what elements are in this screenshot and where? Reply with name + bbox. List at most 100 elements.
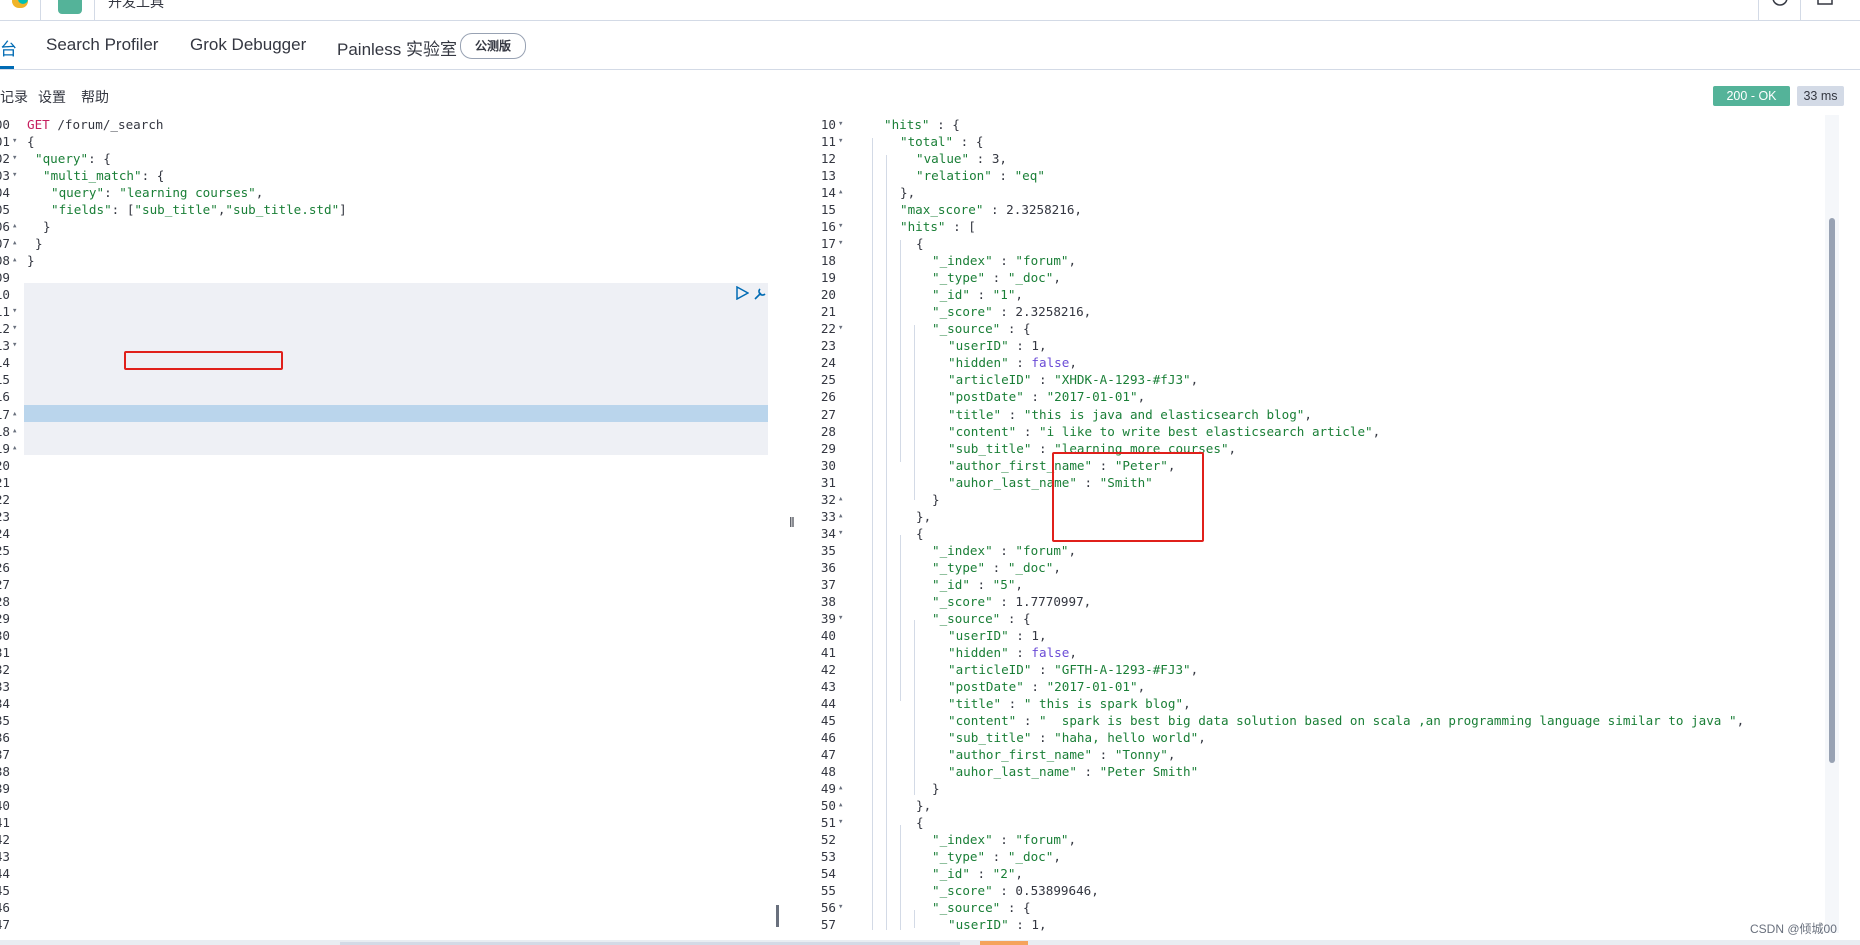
fold-close-icon[interactable]: ▴ [838, 797, 843, 814]
line-number: 25 [820, 372, 836, 388]
code-token: "_source" [932, 900, 1001, 916]
code-token: false [1031, 644, 1070, 660]
code-token: "Peter Smith" [1099, 764, 1199, 780]
line-number: 119 [0, 440, 10, 456]
code-token: "_id" [932, 866, 970, 882]
fold-close-icon[interactable]: ▴ [838, 780, 843, 797]
code-text: "postDate" : "2017-01-01", [948, 678, 1145, 695]
code-text: }, [900, 184, 915, 201]
bottom-indicator [980, 941, 1028, 945]
code-text: "hits" : { [884, 116, 960, 133]
line-number: 113 [0, 338, 10, 354]
code-text: { [27, 133, 35, 150]
fold-open-icon[interactable]: ▾ [838, 610, 843, 627]
indent-guide [900, 825, 901, 930]
line-number: 121 [0, 474, 10, 490]
line-number: 122 [0, 491, 10, 507]
code-text: "articleID" : "XHDK-A-1293-#fJ3", [948, 371, 1198, 388]
line-number: 44 [820, 696, 836, 712]
code-token: "_id" [932, 287, 970, 303]
code-token: : [1008, 917, 1032, 933]
devtools-app-icon[interactable] [58, 0, 82, 14]
code-token: "title" [948, 696, 1002, 712]
settings-link[interactable]: 设置 [38, 87, 66, 107]
line-number: 52 [820, 832, 836, 848]
code-text: "hits" : [ [900, 218, 976, 235]
fold-open-icon[interactable]: ▾ [838, 116, 843, 133]
code-token: : [1023, 389, 1047, 405]
line-number: 53 [820, 849, 836, 865]
help-link[interactable]: 帮助 [81, 87, 109, 107]
fold-open-icon[interactable]: ▾ [838, 235, 843, 252]
code-token: "content" [948, 713, 1017, 729]
code-token: "_score" [932, 883, 993, 899]
code-token: , [1137, 389, 1146, 405]
fold-open-icon[interactable]: ▾ [12, 303, 17, 320]
fold-close-icon[interactable]: ▴ [838, 491, 843, 508]
tab-search-profiler[interactable]: Search Profiler [46, 35, 158, 55]
code-token: "multi_match" [43, 168, 142, 184]
fold-open-icon[interactable]: ▾ [838, 814, 843, 831]
code-token: 2.3258216 [1006, 202, 1075, 218]
code-text: "content" : "i like to write best elasti… [948, 423, 1380, 440]
fold-close-icon[interactable]: ▴ [12, 218, 17, 235]
fold-close-icon[interactable]: ▴ [838, 184, 843, 201]
code-token: "query" [35, 151, 89, 167]
code-token: , [1069, 644, 1077, 660]
fold-open-icon[interactable]: ▾ [12, 150, 17, 167]
newsfeed-icon[interactable] [1805, 0, 1845, 20]
history-link[interactable]: 记录 [0, 87, 28, 107]
code-token: : [992, 832, 1016, 848]
fold-close-icon[interactable]: ▴ [12, 252, 17, 269]
tab-grok-debugger[interactable]: Grok Debugger [190, 35, 306, 55]
fold-open-icon[interactable]: ▾ [12, 337, 17, 354]
fold-open-icon[interactable]: ▾ [838, 899, 843, 916]
code-token: 2.3258216 [1015, 304, 1084, 320]
fold-open-icon[interactable]: ▾ [838, 218, 843, 235]
code-token: , [1053, 849, 1061, 865]
line-number: 18 [820, 253, 836, 269]
code-token: { [916, 525, 924, 541]
fold-close-icon[interactable]: ▴ [12, 423, 17, 440]
indent-guide [914, 620, 915, 795]
tab-console[interactable]: 台 [0, 35, 17, 60]
fold-close-icon[interactable]: ▴ [838, 508, 843, 525]
tab-painless-lab[interactable]: Painless 实验室 [337, 35, 457, 60]
response-scrollbar[interactable] [1829, 218, 1835, 763]
code-token: "value" [916, 151, 970, 167]
line-number: 38 [820, 593, 836, 609]
fold-open-icon[interactable]: ▾ [12, 167, 17, 184]
line-number: 132 [0, 661, 10, 677]
line-number: 24 [820, 355, 836, 371]
line-number: 101 [0, 134, 10, 150]
fold-close-icon[interactable]: ▴ [12, 406, 17, 423]
code-token: "userID" [948, 338, 1009, 354]
code-token: : [1076, 764, 1100, 780]
left-scrollbar[interactable] [776, 905, 779, 927]
fold-close-icon[interactable]: ▴ [12, 235, 17, 252]
help-menu-icon[interactable] [1760, 0, 1800, 20]
line-number: 112 [0, 321, 10, 337]
fold-open-icon[interactable]: ▾ [838, 133, 843, 150]
wrench-icon[interactable] [752, 286, 768, 302]
code-text: "_index" : "forum", [932, 542, 1076, 559]
fold-open-icon[interactable]: ▾ [838, 525, 843, 542]
line-number: 10 [820, 117, 836, 132]
line-number: 105 [0, 202, 10, 218]
fold-close-icon[interactable]: ▴ [12, 440, 17, 457]
line-number: 138 [0, 764, 10, 780]
line-number: 144 [0, 866, 10, 882]
send-request-icon[interactable] [735, 285, 750, 301]
code-token: "learning courses" [119, 185, 256, 201]
code-text: "_id" : "2", [932, 865, 1023, 882]
code-token: , [1198, 730, 1206, 746]
resize-handle-icon[interactable]: ‖ [789, 514, 795, 530]
fold-open-icon[interactable]: ▾ [838, 320, 843, 337]
code-token: "userID" [948, 917, 1009, 933]
code-text: "auhor_last_name" : "Peter Smith" [948, 763, 1198, 780]
request-editor[interactable]: 100GET /forum/_search101▾{102▾"query": {… [0, 115, 776, 933]
fold-open-icon[interactable]: ▾ [12, 320, 17, 337]
line-number: 22 [820, 321, 836, 337]
fold-open-icon[interactable]: ▾ [12, 133, 17, 150]
code-token: , [1015, 866, 1024, 882]
